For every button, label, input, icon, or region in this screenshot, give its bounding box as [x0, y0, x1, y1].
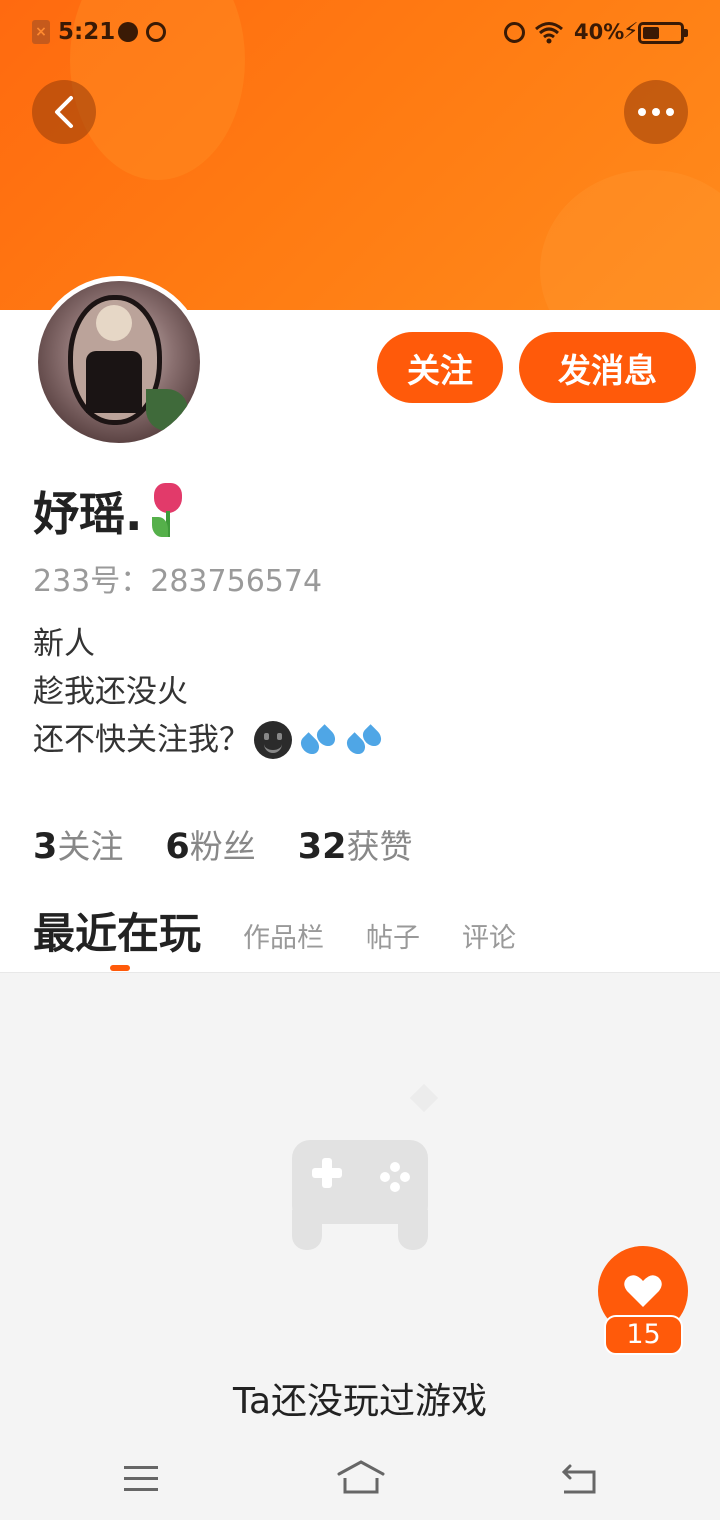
stat-label: 粉丝 [189, 827, 256, 866]
smiley-emoji-icon [254, 721, 292, 759]
bio-line-text: 还不快关注我？ [33, 722, 250, 758]
stat-label: 关注 [57, 827, 124, 866]
battery-percent: 40% [574, 20, 625, 44]
gamepad-icon [292, 1140, 428, 1250]
active-tab-indicator [110, 965, 130, 971]
status-time: 5:21 [58, 19, 116, 45]
like-count-badge: 15 [604, 1315, 683, 1355]
battery-icon [638, 22, 688, 44]
stat-likes[interactable]: 32 获赞 [298, 820, 413, 868]
stat-number: 3 [33, 827, 58, 867]
stat-following[interactable]: 3 关注 [33, 820, 123, 868]
heart-icon [624, 1275, 662, 1307]
stat-number: 32 [297, 827, 347, 867]
wifi-icon [535, 22, 563, 44]
charging-icon: ⚡ [623, 19, 639, 44]
bio-line: 新人 [33, 626, 95, 662]
bio-line: 趁我还没火 [33, 674, 188, 710]
alarm-icon [146, 22, 166, 42]
system-nav-bar [0, 1442, 720, 1520]
profile-bio: 新人 趁我还没火 还不快关注我？ [33, 620, 385, 764]
more-dots-icon [638, 108, 646, 116]
tab-posts[interactable]: 帖子 [366, 916, 420, 969]
tab-recently-played[interactable]: 最近在玩 [33, 900, 201, 969]
profile-stats: 3 关注 6 粉丝 32 获赞 [33, 820, 454, 868]
sweat-drops-emoji-icon [297, 721, 339, 759]
tab-comments[interactable]: 评论 [462, 916, 516, 969]
no-sim-icon: × [32, 20, 50, 44]
send-message-button[interactable]: 发消息 [519, 332, 696, 403]
chevron-left-icon [55, 96, 73, 128]
more-button[interactable] [624, 80, 688, 144]
alarm-icon [504, 22, 525, 43]
stat-fans[interactable]: 6 粉丝 [165, 820, 255, 868]
home-icon[interactable] [336, 1458, 386, 1496]
stat-label: 获赞 [346, 827, 413, 866]
tulip-emoji-icon [148, 483, 188, 539]
back-button[interactable] [32, 80, 96, 144]
stat-number: 6 [165, 827, 190, 867]
empty-state-message: Ta还没玩过游戏 [232, 1381, 488, 1422]
user-id: 233号：283756574 [33, 564, 323, 599]
return-icon[interactable] [560, 1462, 598, 1496]
sweat-drops-emoji-icon [343, 721, 385, 759]
bio-line: 还不快关注我？ [33, 716, 385, 764]
status-bar: × 5:21 40% ⚡ [0, 0, 720, 64]
follow-button[interactable]: 关注 [377, 332, 503, 403]
moon-icon [118, 22, 138, 42]
banner-decoration [540, 170, 720, 310]
profile-nickname: 妤瑶. [33, 478, 188, 544]
avatar[interactable] [33, 276, 205, 448]
nickname-text: 妤瑶. [33, 487, 143, 541]
profile-tabs: 最近在玩 作品栏 帖子 评论 [33, 900, 558, 969]
menu-icon[interactable] [124, 1466, 158, 1492]
tab-works[interactable]: 作品栏 [243, 916, 324, 969]
